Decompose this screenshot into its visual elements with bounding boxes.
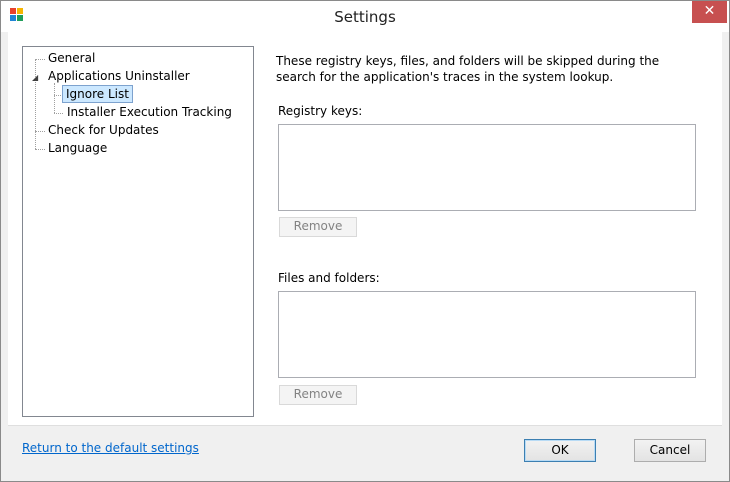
tree-line: [54, 113, 63, 114]
registry-keys-label: Registry keys:: [278, 104, 363, 118]
tree-item-ignore-list[interactable]: Ignore List: [62, 85, 133, 103]
files-folders-label: Files and folders:: [278, 271, 380, 285]
tree-item-language[interactable]: Language: [48, 140, 107, 156]
tree-line: [54, 83, 55, 113]
window-title: Settings: [334, 8, 396, 26]
tree-item-check-for-updates[interactable]: Check for Updates: [48, 122, 159, 138]
collapse-arrow-icon[interactable]: ◢: [32, 73, 38, 83]
ok-button[interactable]: OK: [524, 439, 596, 462]
tree-item-applications-uninstaller[interactable]: Applications Uninstaller: [48, 68, 190, 84]
title-bar: Settings ✕: [1, 1, 729, 32]
registry-keys-list[interactable]: [278, 124, 696, 211]
close-button[interactable]: ✕: [692, 1, 727, 23]
settings-client-area: General ◢ Applications Uninstaller Ignor…: [8, 32, 722, 476]
tree-line: [35, 149, 45, 150]
dialog-footer: Return to the default settings OK Cancel: [8, 425, 722, 476]
files-folders-list[interactable]: [278, 291, 696, 378]
return-default-settings-link[interactable]: Return to the default settings: [22, 441, 199, 455]
tree-item-installer-execution-tracking[interactable]: Installer Execution Tracking: [67, 104, 232, 120]
files-remove-button[interactable]: Remove: [279, 385, 357, 405]
tree-item-general[interactable]: General: [48, 50, 95, 66]
close-icon: ✕: [703, 3, 716, 19]
registry-remove-button[interactable]: Remove: [279, 217, 357, 237]
cancel-button[interactable]: Cancel: [634, 439, 706, 462]
tree-line: [35, 59, 45, 60]
ignore-list-description: These registry keys, files, and folders …: [276, 54, 660, 84]
settings-window: Settings ✕ General ◢ Applications Uninst…: [0, 0, 730, 482]
tree-line: [35, 131, 45, 132]
settings-tree[interactable]: General ◢ Applications Uninstaller Ignor…: [22, 46, 254, 417]
